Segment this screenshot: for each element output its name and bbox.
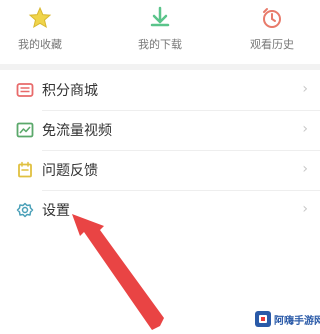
watermark-text: 阿嗨手游网 — [274, 316, 320, 327]
site-watermark: 阿嗨手游网 — [254, 308, 320, 330]
downloads-label: 我的下载 — [138, 38, 182, 51]
menu-item-settings[interactable]: 设置 › — [0, 190, 320, 230]
feedback-icon — [18, 161, 32, 178]
menu-item-label: 问题反馈 — [42, 163, 98, 179]
menu-item-feedback[interactable]: 问题反馈 › — [0, 150, 320, 190]
menu-item-free-data-video[interactable]: 免流量视频 › — [0, 110, 320, 150]
menu-item-label: 免流量视频 — [42, 123, 112, 139]
menu-item-label: 设置 — [42, 203, 70, 219]
star-icon — [28, 6, 52, 29]
favorites-label: 我的收藏 — [18, 38, 62, 51]
settings-menu-list: 积分商城 › 免流量视频 › 问题反馈 › 设置 › — [0, 70, 320, 230]
history-icon — [263, 8, 281, 28]
free-data-video-icon — [16, 122, 34, 138]
points-store-icon — [16, 83, 34, 97]
downloads-shortcut[interactable]: 我的下载 — [120, 6, 200, 56]
chevron-right-icon: › — [302, 161, 308, 177]
download-icon — [150, 6, 170, 27]
favorites-shortcut[interactable]: 我的收藏 — [0, 6, 80, 56]
chevron-right-icon: › — [302, 201, 308, 217]
chevron-right-icon: › — [302, 121, 308, 137]
top-shortcuts-bar: 我的收藏 我的下载 观看历史 — [0, 0, 320, 64]
history-label: 观看历史 — [250, 38, 294, 51]
chevron-right-icon: › — [302, 81, 308, 97]
menu-item-points-store[interactable]: 积分商城 › — [0, 70, 320, 110]
menu-item-label: 积分商城 — [42, 83, 98, 99]
settings-gear-icon — [16, 202, 34, 218]
watermark-logo-icon — [255, 311, 271, 327]
history-shortcut[interactable]: 观看历史 — [232, 6, 312, 56]
